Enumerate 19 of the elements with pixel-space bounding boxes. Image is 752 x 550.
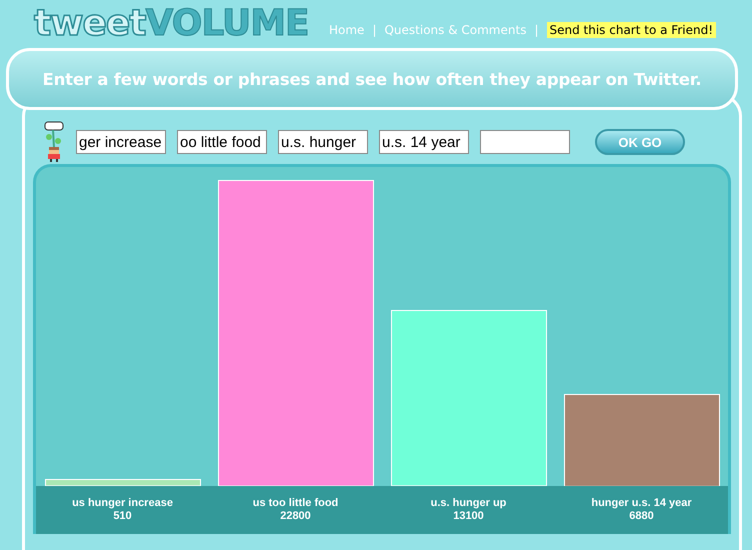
category-label: u.s. hunger up (430, 497, 506, 510)
headline: Enter a few words or phrases and see how often they appear on Twitter. (42, 70, 702, 88)
share-link[interactable]: Send this chart to a Friend! (546, 22, 716, 38)
value-label: 22800 (280, 510, 311, 523)
category-label: hunger u.s. 14 year (591, 497, 692, 510)
figure-icon (43, 121, 65, 163)
nav-separator: | (534, 23, 538, 37)
value-label: 13100 (453, 510, 484, 523)
logo: tweetVOLUME (34, 6, 309, 42)
value-label: 510 (113, 510, 132, 523)
input-field[interactable]: u.s. hunger (278, 130, 368, 154)
input-field[interactable]: ger increase (76, 130, 166, 154)
category-label: us hunger increase (72, 497, 173, 510)
category-label: us too little food (252, 497, 338, 510)
input-field[interactable] (480, 130, 570, 154)
input-field[interactable]: u.s. 14 year (379, 130, 469, 154)
value-label: 6880 (629, 510, 654, 523)
nav-separator: | (372, 23, 376, 37)
input-field[interactable]: oo little food (177, 130, 267, 154)
